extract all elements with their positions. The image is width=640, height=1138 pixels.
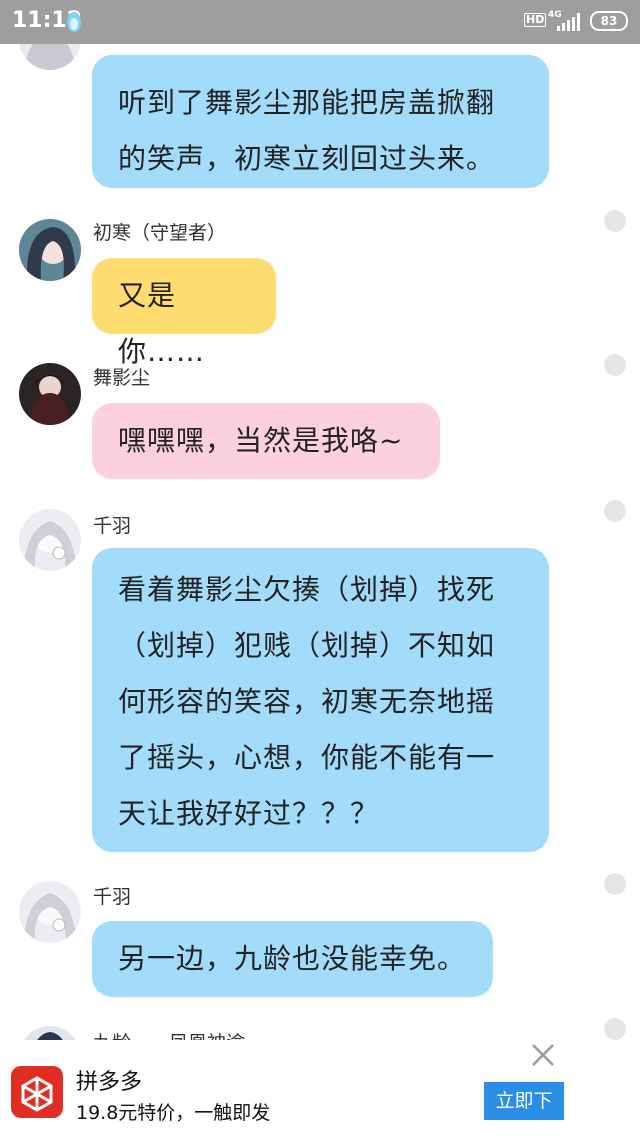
sender-name: 舞影尘 xyxy=(93,367,151,389)
sender-name: 九龄——凤凰神谕 xyxy=(93,1031,245,1040)
sender-name: 千羽 xyxy=(93,886,132,908)
message-bubble[interactable]: 又是你…… xyxy=(92,258,276,368)
message-bubble[interactable]: 看着舞影尘欠揍（划掉）找死（划掉）犯贱（划掉）不知如何形容的笑容，初寒无奈地摇了… xyxy=(92,548,549,852)
avatar[interactable] xyxy=(19,1026,81,1040)
sender-name: 初寒（守望者） xyxy=(93,222,227,244)
pinduoduo-logo-icon xyxy=(11,1066,63,1118)
qq-penguin-icon xyxy=(67,12,81,32)
avatar[interactable] xyxy=(19,219,81,281)
message-bubble[interactable]: 嘿嘿嘿，当然是我咯~ xyxy=(92,403,440,479)
message-select-checkbox[interactable] xyxy=(604,1018,626,1040)
message-bubble[interactable]: 听到了舞影尘那能把房盖掀翻的笑声，初寒立刻回过头来。 xyxy=(92,55,549,188)
hd-label: HD xyxy=(524,13,547,27)
chat-message-list[interactable]: 听到了舞影尘那能把房盖掀翻的笑声，初寒立刻回过头来。 初寒（守望者） 又是你……… xyxy=(0,44,640,1040)
message-select-checkbox[interactable] xyxy=(604,873,626,895)
message-select-checkbox[interactable] xyxy=(604,210,626,232)
status-bar: 11:12 HD 4G 83 xyxy=(0,0,640,44)
avatar[interactable] xyxy=(19,509,81,571)
ad-banner[interactable]: 拼多多 19.8元特价，一触即发 立即下 xyxy=(0,1040,640,1138)
ad-title: 拼多多 xyxy=(76,1070,143,1095)
sender-name: 千羽 xyxy=(93,515,132,537)
ad-subtitle: 19.8元特价，一触即发 xyxy=(76,1102,271,1124)
close-icon[interactable] xyxy=(530,1042,556,1068)
message-bubble[interactable]: 另一边，九龄也没能幸免。 xyxy=(92,921,493,997)
avatar[interactable] xyxy=(19,44,81,70)
message-select-checkbox[interactable] xyxy=(604,500,626,522)
avatar[interactable] xyxy=(19,363,81,425)
download-button[interactable]: 立即下 xyxy=(484,1082,564,1120)
avatar[interactable] xyxy=(19,881,81,943)
signal-icon xyxy=(557,13,580,31)
battery-indicator: 83 xyxy=(590,11,628,31)
message-select-checkbox[interactable] xyxy=(604,354,626,376)
